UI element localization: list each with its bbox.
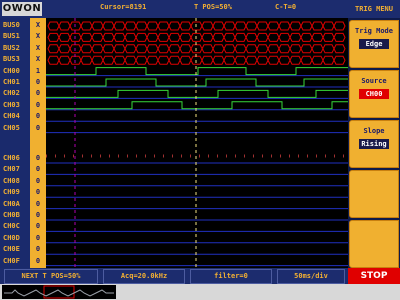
channel-label-column: BUS0 BUS1 BUS2 BUS3 CH00 CH01 CH02 CH03 CH04 CH05…	[0, 18, 30, 268]
slope-button[interactable]: Slope Rising	[349, 120, 399, 168]
channel-value-column: XXXX1000000000000000	[30, 18, 46, 268]
digital-trace	[46, 89, 348, 98]
channel-value: 0	[35, 154, 41, 162]
trigger-menu-panel: TRIG MENU Trig Mode Edge Source CH00 Slo…	[348, 0, 400, 268]
channel-label: BUS1	[3, 32, 20, 41]
trigger-menu-title: TRIG MENU	[348, 0, 400, 18]
channel-value: 0	[35, 100, 41, 109]
channel-value: 1	[35, 66, 41, 75]
trigger-position-readout: T POS=50%	[194, 3, 232, 11]
overview-trace	[4, 289, 114, 297]
channel-label: CH00	[3, 66, 20, 75]
cursor-readout: Cursor=8191	[100, 3, 147, 11]
channel-label: BUS3	[3, 55, 20, 64]
channel-value: 0	[35, 211, 41, 219]
channel-label: CH07	[3, 165, 20, 174]
memory-overview[interactable]	[2, 285, 116, 299]
channel-label: CH05	[3, 123, 20, 132]
channel-value: 0	[35, 256, 41, 265]
bottom-status-bar: NEXT T POS=50% Acq=20.0kHz filter=0 50ms…	[0, 268, 400, 284]
channel-label: BUS2	[3, 43, 20, 52]
channel-label: CH08	[3, 176, 20, 185]
stop-button[interactable]: STOP	[348, 268, 400, 284]
channel-label: CH0B	[3, 211, 20, 219]
trig-mode-value: Edge	[359, 39, 389, 49]
channel-label: CH06	[3, 154, 20, 162]
channel-label: CH0E	[3, 245, 20, 254]
channel-value: 0	[35, 123, 41, 132]
filter-setting[interactable]: filter=0	[190, 269, 272, 284]
channel-value: 0	[35, 188, 41, 197]
channel-label: CH0D	[3, 233, 20, 242]
channel-value: X	[35, 55, 41, 64]
source-button[interactable]: Source CH00	[349, 70, 399, 118]
acquisition-rate[interactable]: Acq=20.0kHz	[103, 269, 185, 284]
cursor-trigger-readout: C-T=0	[275, 3, 297, 11]
channel-value: X	[35, 32, 41, 41]
digital-trace	[46, 101, 348, 110]
next-trigger-position[interactable]: NEXT T POS=50%	[4, 269, 98, 284]
menu-button-5[interactable]	[349, 220, 399, 268]
slope-value: Rising	[359, 139, 389, 149]
digital-trace	[46, 78, 348, 87]
timebase-setting[interactable]: 50ms/div	[277, 269, 345, 284]
channel-value: 0	[35, 222, 41, 231]
channel-value: X	[35, 43, 41, 52]
channel-value: 0	[35, 78, 41, 86]
overview-strip	[0, 284, 400, 300]
channel-label: CH0C	[3, 222, 20, 231]
channel-value: X	[35, 21, 41, 29]
trig-mode-label: Trig Mode	[355, 27, 393, 35]
channel-label: CH01	[3, 78, 20, 86]
channel-value: 0	[35, 233, 41, 242]
overview-window	[43, 285, 75, 299]
source-value: CH00	[359, 89, 389, 99]
channel-value: 0	[35, 165, 41, 174]
waveform-display[interactable]	[46, 18, 348, 268]
source-label: Source	[361, 77, 387, 85]
channel-value: 0	[35, 199, 41, 208]
channel-label: CH0A	[3, 199, 20, 208]
owon-logo: OWON	[2, 2, 42, 16]
digital-trace	[46, 67, 348, 76]
channel-label: CH02	[3, 89, 20, 98]
channel-value: 0	[35, 89, 41, 98]
menu-button-4[interactable]	[349, 170, 399, 218]
top-status-bar: OWON Cursor=8191 T POS=50% C-T=0	[0, 0, 348, 18]
channel-label: CH09	[3, 188, 20, 197]
channel-label: BUS0	[3, 21, 20, 29]
channel-value: 0	[35, 176, 41, 185]
channel-label: CH03	[3, 100, 20, 109]
channel-label: CH0F	[3, 256, 20, 265]
channel-label: CH04	[3, 112, 20, 121]
slope-label: Slope	[363, 127, 385, 135]
trig-mode-button[interactable]: Trig Mode Edge	[349, 20, 399, 68]
channel-value: 0	[35, 245, 41, 254]
channel-value: 0	[35, 112, 41, 121]
